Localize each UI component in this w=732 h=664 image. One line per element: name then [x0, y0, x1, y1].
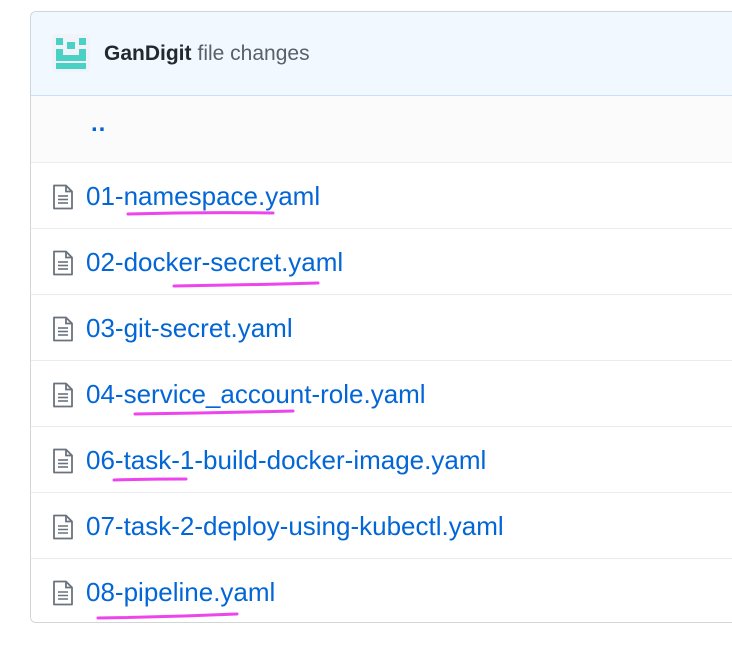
file-row[interactable]: 01-namespace.yaml	[31, 162, 732, 228]
file-text-icon	[53, 448, 73, 474]
file-row[interactable]: 08-pipeline.yaml	[31, 558, 732, 622]
file-text-icon	[53, 514, 73, 540]
panel-header: GanDigit file changes	[31, 12, 732, 96]
file-row[interactable]: 06-task-1-build-docker-image.yaml	[31, 426, 732, 492]
parent-directory-link[interactable]: ..	[91, 110, 106, 138]
file-link[interactable]: 07-task-2-deploy-using-kubectl.yaml	[86, 511, 504, 541]
file-text-icon	[53, 250, 73, 276]
parent-directory-row[interactable]: ..	[31, 96, 732, 162]
file-text-icon	[53, 316, 73, 342]
file-link[interactable]: 04-service_account-role.yaml	[86, 379, 426, 409]
file-changes-panel: GanDigit file changes .. 01-namespace.ya…	[30, 11, 732, 623]
identicon-avatar-icon	[56, 38, 86, 69]
file-row[interactable]: 04-service_account-role.yaml	[31, 360, 732, 426]
file-link[interactable]: 01-namespace.yaml	[86, 181, 320, 211]
file-row[interactable]: 03-git-secret.yaml	[31, 294, 732, 360]
owner-link[interactable]: GanDigit	[104, 42, 192, 66]
header-title: GanDigit file changes	[104, 12, 310, 96]
file-link[interactable]: 03-git-secret.yaml	[86, 313, 293, 343]
file-text-icon	[53, 184, 73, 210]
file-link[interactable]: 02-docker-secret.yaml	[86, 247, 343, 277]
file-row[interactable]: 02-docker-secret.yaml	[31, 228, 732, 294]
header-subtitle: file changes	[197, 42, 310, 65]
avatar[interactable]	[52, 34, 90, 72]
file-row[interactable]: 07-task-2-deploy-using-kubectl.yaml	[31, 492, 732, 558]
file-text-icon	[53, 580, 73, 606]
file-link[interactable]: 08-pipeline.yaml	[86, 577, 275, 607]
file-link[interactable]: 06-task-1-build-docker-image.yaml	[86, 445, 486, 475]
file-text-icon	[53, 382, 73, 408]
